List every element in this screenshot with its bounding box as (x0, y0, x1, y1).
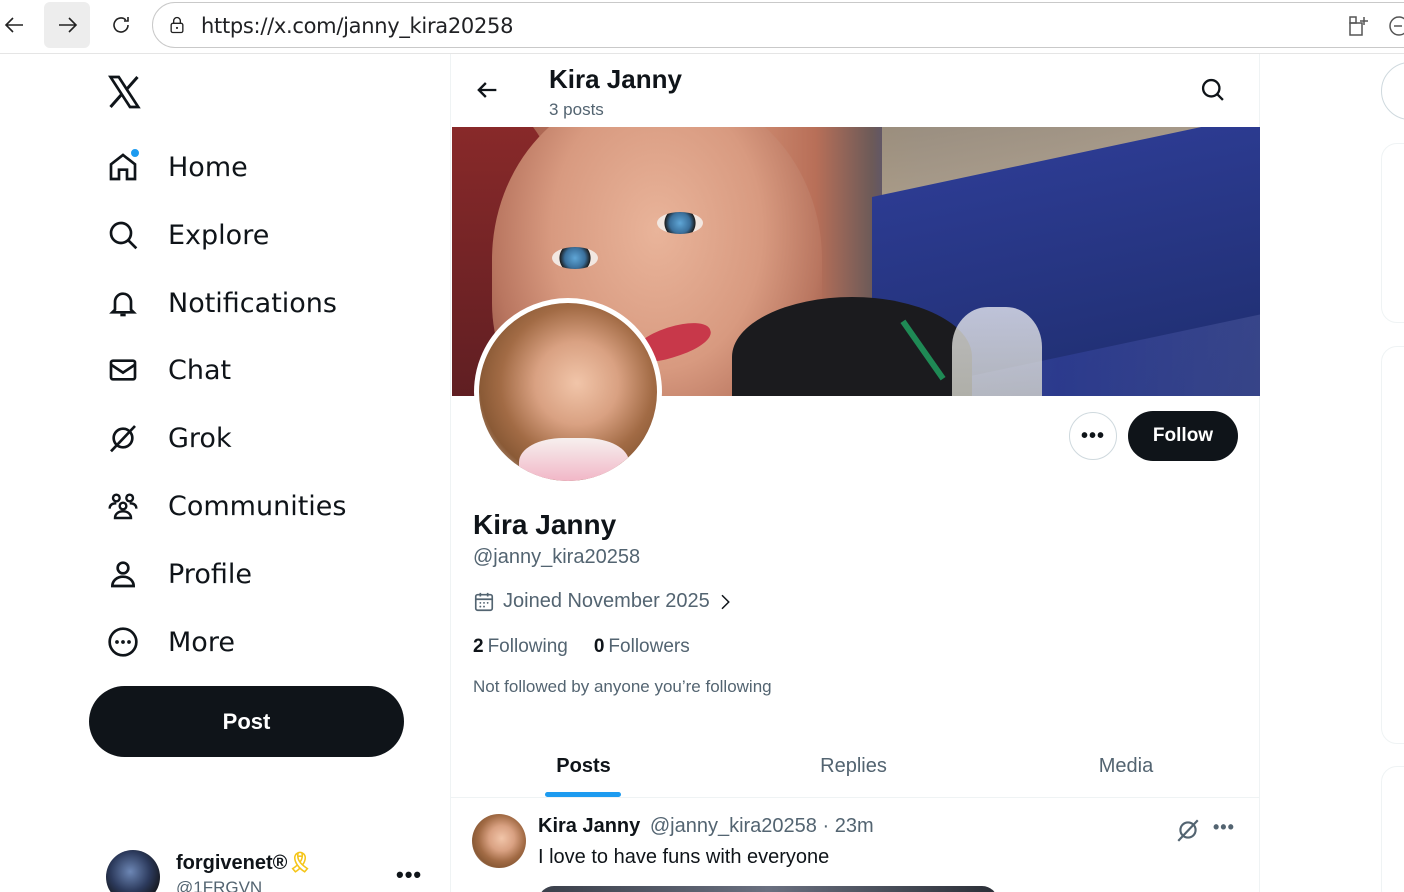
sidebar-item-grok[interactable]: Grok (104, 413, 232, 463)
profile-column: Kira Janny 3 posts ••• Follow Kira Janny… (450, 54, 1260, 892)
chevron-right-icon (721, 594, 730, 609)
tweet-media-image[interactable] (538, 886, 998, 892)
sidebar-item-explore[interactable]: Explore (104, 210, 269, 260)
people-icon (104, 487, 142, 525)
tab-posts[interactable]: Posts (546, 734, 621, 798)
forward-button[interactable] (44, 2, 90, 48)
address-bar[interactable]: https://x.com/janny_kira20258 (152, 2, 1404, 48)
extensions-icon[interactable] (1347, 14, 1371, 38)
tab-media[interactable]: Media (1091, 734, 1161, 798)
sidebar-item-label: Grok (168, 422, 232, 454)
following-link[interactable]: 2 Following (473, 636, 568, 658)
back-arrow-icon[interactable] (473, 76, 501, 104)
notification-dot (130, 148, 140, 158)
calendar-icon (474, 592, 494, 611)
header-title: Kira Janny (549, 64, 682, 94)
sidebar-item-label: Home (168, 151, 248, 183)
sidebar-item-chat[interactable]: Chat (104, 345, 231, 395)
more-circle-icon (104, 623, 142, 661)
follow-button[interactable]: Follow (1128, 411, 1238, 461)
sidebar-item-profile[interactable]: Profile (104, 549, 252, 599)
tweet-text: I love to have funs with everyone (538, 846, 830, 868)
sidebar-item-home[interactable]: Home (104, 142, 248, 192)
active-tab-indicator (545, 792, 621, 797)
header-post-count: 3 posts (549, 100, 604, 119)
browser-toolbar: https://x.com/janny_kira20258 (0, 0, 1404, 54)
url-text[interactable]: https://x.com/janny_kira20258 (201, 14, 513, 38)
reload-icon (113, 17, 129, 33)
profile-handle: @janny_kira20258 (473, 546, 641, 568)
left-sidebar: Home Explore Notifications Chat Grok Com… (0, 54, 450, 892)
tweet-more-icon[interactable]: ••• (1213, 817, 1235, 838)
right-search-input[interactable] (1381, 62, 1404, 120)
grok-icon (104, 419, 142, 457)
profile-name: Kira Janny (473, 509, 617, 540)
not-followed-note: Not followed by anyone you’re following (473, 677, 772, 696)
account-more-icon[interactable]: ••• (396, 862, 422, 888)
person-icon (104, 555, 142, 593)
post-button[interactable]: Post (89, 686, 404, 757)
more-options-button[interactable]: ••• (1069, 412, 1117, 460)
arrow-right-icon (59, 17, 78, 33)
sidebar-item-label: Explore (168, 219, 270, 251)
joined-date[interactable]: Joined November 2025 (473, 590, 742, 613)
sidebar-item-label: Profile (168, 558, 252, 590)
lock-icon (170, 16, 184, 34)
tweet-header: Kira Janny @janny_kira20258 · 23m (538, 815, 874, 838)
back-button[interactable] (0, 2, 38, 48)
zoom-icon[interactable] (1387, 14, 1404, 38)
account-handle: @1FRGVN (176, 878, 263, 892)
search-icon (104, 216, 142, 254)
tweet-time[interactable]: 23m (835, 815, 874, 837)
tab-replies[interactable]: Replies (816, 734, 891, 798)
home-icon (104, 148, 142, 186)
sidebar-item-label: More (168, 626, 235, 658)
sidebar-item-label: Notifications (168, 287, 337, 319)
reload-button[interactable] (98, 2, 144, 48)
sidebar-item-more[interactable]: More (104, 617, 235, 667)
tweet-separator: · (822, 815, 830, 837)
profile-tabs: Posts Replies Media (451, 734, 1259, 798)
profile-avatar[interactable] (474, 298, 662, 486)
followers-link[interactable]: 0 Followers (594, 636, 690, 658)
right-card (1381, 143, 1404, 323)
sidebar-item-communities[interactable]: Communities (104, 481, 346, 531)
sidebar-item-notifications[interactable]: Notifications (104, 278, 337, 328)
account-name: forgivenet®🎗 (176, 852, 313, 874)
right-card (1381, 346, 1404, 744)
mail-icon (104, 351, 142, 389)
tweet[interactable]: Kira Janny @janny_kira20258 · 23m I love… (451, 799, 1259, 892)
sidebar-item-label: Chat (168, 354, 232, 386)
avatar (106, 850, 160, 892)
right-card (1381, 766, 1404, 892)
profile-stats: 2 Following 0 Followers (473, 636, 716, 658)
ribbon-icon: 🎗 (287, 852, 313, 874)
search-icon[interactable] (1199, 76, 1227, 104)
joined-text: Joined November 2025 (503, 590, 710, 612)
x-logo-icon[interactable] (106, 74, 142, 110)
account-switcher[interactable]: forgivenet®🎗 @1FRGVN ••• (106, 850, 426, 892)
grok-icon[interactable] (1175, 817, 1201, 843)
avatar[interactable] (472, 814, 526, 868)
bell-icon (104, 284, 142, 322)
tweet-author-name[interactable]: Kira Janny (538, 815, 640, 837)
sidebar-item-label: Communities (168, 490, 347, 522)
tweet-author-handle[interactable]: @janny_kira20258 (650, 815, 817, 837)
arrow-left-icon (4, 17, 23, 33)
